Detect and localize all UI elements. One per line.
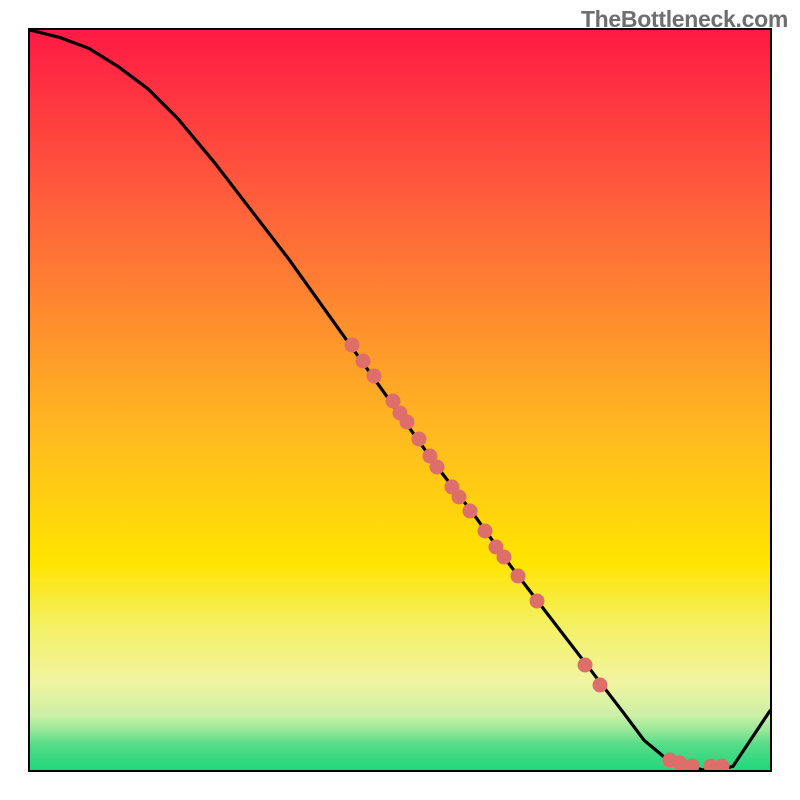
chart-canvas: TheBottleneck.com: [0, 0, 800, 800]
watermark-text: TheBottleneck.com: [581, 6, 788, 33]
data-marker: [578, 657, 593, 672]
data-marker: [714, 759, 729, 772]
data-marker: [511, 569, 526, 584]
data-marker: [367, 369, 382, 384]
data-marker: [400, 415, 415, 430]
data-marker: [592, 677, 607, 692]
data-marker: [452, 489, 467, 504]
data-marker: [430, 459, 445, 474]
data-marker: [411, 432, 426, 447]
data-marker: [496, 549, 511, 564]
data-marker: [356, 353, 371, 368]
data-marker: [529, 594, 544, 609]
data-marker: [463, 504, 478, 519]
data-markers-layer: [30, 30, 770, 770]
data-marker: [478, 523, 493, 538]
plot-area: [28, 28, 772, 772]
data-marker: [685, 758, 700, 772]
data-marker: [344, 337, 359, 352]
